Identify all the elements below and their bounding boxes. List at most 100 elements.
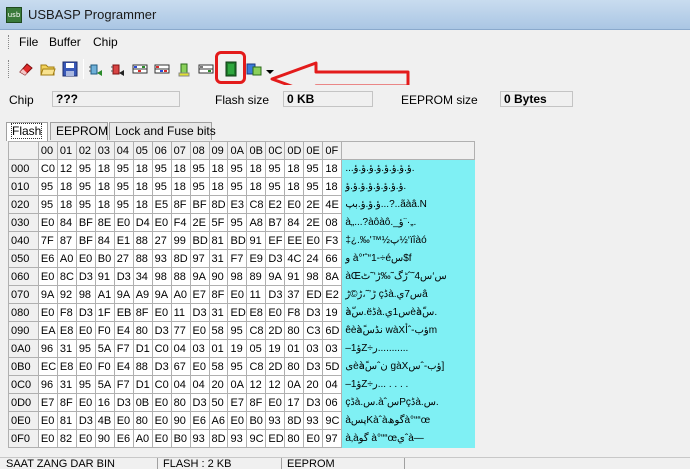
hex-byte-cell[interactable]: 18	[208, 177, 229, 196]
hex-byte-cell[interactable]: 8C	[56, 267, 77, 286]
hex-byte-cell[interactable]: 80	[284, 321, 305, 340]
hex-byte-cell[interactable]: 19	[227, 339, 248, 358]
hex-byte-cell[interactable]: EE	[284, 231, 305, 250]
hex-byte-cell[interactable]: E7	[189, 285, 210, 304]
hex-byte-cell[interactable]: 88	[132, 231, 153, 250]
hex-byte-cell[interactable]: 5A	[94, 339, 115, 358]
hex-byte-cell[interactable]: 4E	[322, 195, 343, 214]
hex-byte-cell[interactable]: F3	[322, 231, 343, 250]
hex-byte-cell[interactable]: 18	[132, 177, 153, 196]
hex-byte-cell[interactable]: 24	[303, 249, 324, 268]
hex-byte-cell[interactable]: E0	[75, 393, 96, 412]
hex-byte-cell[interactable]: 18	[322, 177, 343, 196]
hex-byte-cell[interactable]: 91	[284, 267, 305, 286]
hex-byte-cell[interactable]: 67	[170, 357, 191, 376]
hex-byte-cell[interactable]: 95	[75, 195, 96, 214]
chip-grid-icon[interactable]	[129, 58, 151, 80]
hex-byte-cell[interactable]: D3	[265, 285, 286, 304]
hex-byte-cell[interactable]: 95	[113, 195, 134, 214]
hex-byte-cell[interactable]: 95	[265, 159, 286, 178]
hex-byte-cell[interactable]: D3	[151, 357, 172, 376]
hex-byte-cell[interactable]: F0	[94, 321, 115, 340]
hex-byte-cell[interactable]: E0	[37, 411, 58, 430]
hex-byte-cell[interactable]: 99	[170, 231, 191, 250]
hex-byte-cell[interactable]: E0	[151, 213, 172, 232]
hex-byte-cell[interactable]: 5F	[208, 213, 229, 232]
hex-byte-cell[interactable]: D3	[303, 393, 324, 412]
hex-byte-cell[interactable]: 19	[265, 339, 286, 358]
hex-byte-cell[interactable]: 90	[208, 267, 229, 286]
hex-byte-cell[interactable]: 9A	[189, 267, 210, 286]
toolbar-grip[interactable]	[8, 60, 11, 78]
hex-byte-cell[interactable]: E0	[284, 195, 305, 214]
hex-byte-cell[interactable]: 8F	[132, 303, 153, 322]
hex-byte-cell[interactable]: C0	[151, 339, 172, 358]
hex-byte-cell[interactable]: 4C	[284, 249, 305, 268]
hex-byte-cell[interactable]: 80	[284, 357, 305, 376]
chip-grid-verify-icon[interactable]	[151, 58, 173, 80]
ascii-cell[interactable]: ىèàًنˆس gàXؤب-ˆس]	[341, 357, 475, 376]
hex-byte-cell[interactable]: F4	[170, 213, 191, 232]
hex-byte-cell[interactable]: 87	[56, 231, 77, 250]
ascii-cell[interactable]: çڈà.س.àˆسPçڈà.س.	[341, 393, 475, 412]
hex-byte-cell[interactable]: 11	[170, 303, 191, 322]
hex-byte-cell[interactable]: 93	[151, 249, 172, 268]
hex-byte-cell[interactable]: E9	[246, 249, 267, 268]
hex-byte-cell[interactable]: 01	[284, 339, 305, 358]
hex-byte-cell[interactable]: 95	[75, 375, 96, 394]
hex-byte-cell[interactable]: 95	[227, 177, 248, 196]
hex-byte-cell[interactable]: 8E	[94, 213, 115, 232]
hex-byte-cell[interactable]: 58	[208, 357, 229, 376]
hex-byte-cell[interactable]: E0	[227, 285, 248, 304]
hex-byte-cell[interactable]: 95	[303, 159, 324, 178]
hex-byte-cell[interactable]: E7	[227, 393, 248, 412]
hex-byte-cell[interactable]: D1	[132, 375, 153, 394]
hex-byte-cell[interactable]: 93	[189, 429, 210, 448]
hex-byte-cell[interactable]: 18	[208, 159, 229, 178]
hex-byte-cell[interactable]: 2E	[303, 195, 324, 214]
hex-byte-cell[interactable]: E3	[227, 195, 248, 214]
ascii-cell[interactable]: ڑ’˜،ڑ©ڑ çڈà.س7يâ	[341, 285, 475, 304]
hex-byte-cell[interactable]: D3	[303, 357, 324, 376]
hex-byte-cell[interactable]: ED	[227, 303, 248, 322]
ascii-cell[interactable]: à‚àگو à°““œيˆà—	[341, 429, 475, 448]
hex-byte-cell[interactable]: ED	[265, 429, 286, 448]
hex-byte-cell[interactable]: 98	[75, 285, 96, 304]
hex-byte-cell[interactable]: 81	[56, 411, 77, 430]
hex-byte-cell[interactable]: 18	[246, 159, 267, 178]
hex-byte-cell[interactable]: 80	[132, 411, 153, 430]
hex-byte-cell[interactable]: E0	[151, 411, 172, 430]
hex-byte-cell[interactable]: E0	[75, 357, 96, 376]
hex-byte-cell[interactable]: E0	[75, 429, 96, 448]
hex-byte-cell[interactable]: A0	[170, 285, 191, 304]
hex-byte-cell[interactable]: EB	[113, 303, 134, 322]
hex-byte-cell[interactable]: 2E	[303, 213, 324, 232]
menu-file[interactable]: File	[19, 35, 38, 49]
menu-grip[interactable]	[8, 35, 11, 49]
hex-byte-cell[interactable]: 84	[56, 213, 77, 232]
hex-byte-cell[interactable]: 95	[227, 213, 248, 232]
hex-byte-cell[interactable]: E4	[113, 321, 134, 340]
hex-byte-cell[interactable]: 03	[303, 339, 324, 358]
hex-byte-cell[interactable]: 97	[322, 429, 343, 448]
hex-byte-cell[interactable]: A6	[208, 411, 229, 430]
hex-byte-cell[interactable]: 95	[113, 177, 134, 196]
ascii-cell[interactable]: –1ؤZ÷ر... . . . .	[341, 375, 475, 394]
hex-byte-cell[interactable]: 7F	[37, 231, 58, 250]
hex-byte-cell[interactable]: 31	[56, 375, 77, 394]
hex-byte-cell[interactable]: 93	[303, 411, 324, 430]
menu-buffer[interactable]: Buffer	[49, 35, 81, 49]
hex-byte-cell[interactable]: 03	[189, 339, 210, 358]
hex-byte-cell[interactable]: 37	[284, 285, 305, 304]
hex-byte-cell[interactable]: E0	[151, 393, 172, 412]
hex-byte-cell[interactable]: 8D	[208, 195, 229, 214]
hex-byte-cell[interactable]: 34	[132, 267, 153, 286]
hex-byte-cell[interactable]: 8F	[208, 285, 229, 304]
hex-byte-cell[interactable]: 12	[246, 375, 267, 394]
hex-byte-cell[interactable]: 95	[75, 177, 96, 196]
hex-byte-cell[interactable]: F7	[113, 375, 134, 394]
hex-byte-cell[interactable]: 18	[94, 177, 115, 196]
ascii-cell[interactable]: à„...?à‌ôàô._ؤ¨·„.	[341, 213, 475, 232]
hex-byte-cell[interactable]: 95	[75, 159, 96, 178]
hex-byte-cell[interactable]: 95	[189, 177, 210, 196]
